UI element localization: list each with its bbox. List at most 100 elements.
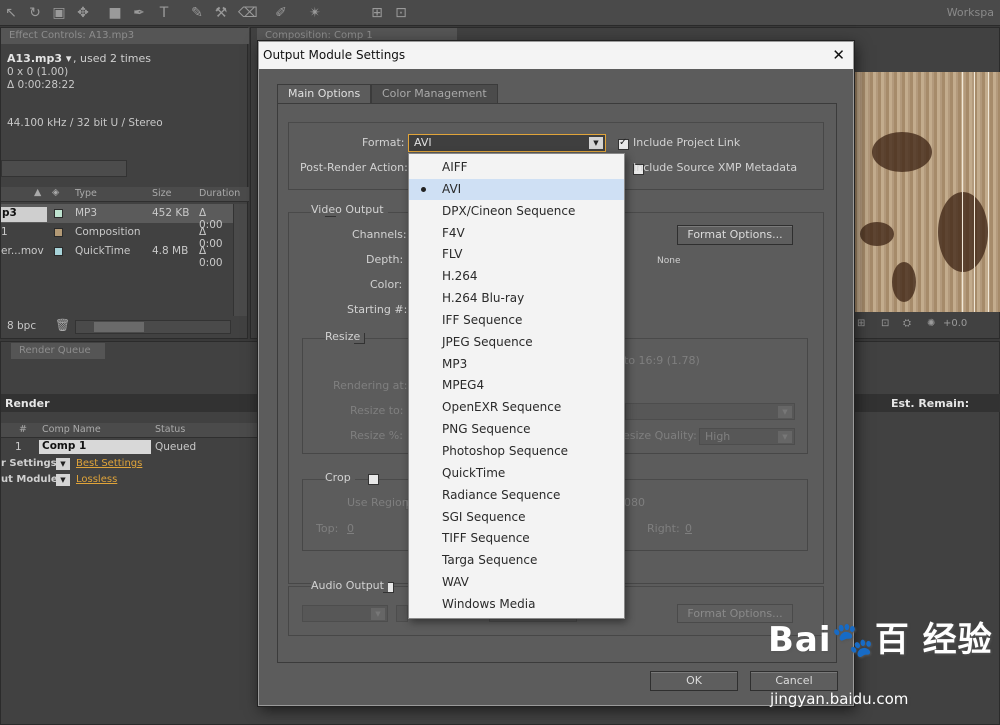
project-item-name[interactable]: A13.mp3 ▾ (7, 52, 71, 65)
render-settings-label: r Settings: (1, 458, 61, 469)
dialog-title: Output Module Settings (259, 42, 853, 69)
format-option[interactable]: MPEG4 (409, 375, 624, 396)
format-option[interactable]: DPX/Cineon Sequence (409, 201, 624, 222)
label-swatch[interactable] (54, 247, 63, 256)
label-column-icon[interactable]: ◈ (52, 187, 59, 198)
tab-main-options[interactable]: Main Options (277, 84, 372, 103)
format-option[interactable]: MP3 (409, 354, 624, 375)
format-select[interactable]: AVI ▼ (408, 134, 606, 152)
render-settings-dropdown-icon[interactable]: ▼ (56, 458, 70, 470)
workspace-label[interactable]: Workspa (947, 6, 994, 19)
exposure-value[interactable]: +0.0 (943, 318, 967, 329)
crop-label: Crop (325, 471, 355, 484)
format-option[interactable]: IFF Sequence (409, 310, 624, 331)
duration-column-header[interactable]: Duration (199, 188, 240, 199)
crop-right-input[interactable]: 0 (685, 522, 692, 535)
audio-sample-rate-select[interactable]: ▼ (302, 605, 388, 622)
audio-bit-depth-select[interactable] (396, 605, 408, 622)
render-queue-tab[interactable]: Render Queue (11, 343, 105, 359)
format-option[interactable]: H.264 (409, 266, 624, 287)
size-column-header[interactable]: Size (152, 188, 172, 199)
pen-tool-icon[interactable]: ✒ (130, 4, 148, 22)
format-option[interactable]: AIFF (409, 157, 624, 178)
table-row[interactable]: 1 Composition Δ 0:00 (1, 223, 233, 250)
resize-to-select[interactable]: ▼ (625, 403, 795, 420)
format-option[interactable]: F4V (409, 223, 624, 244)
format-option[interactable]: SGI Sequence (409, 507, 624, 528)
baidu-watermark-url: jingyan.baidu.com (770, 690, 909, 708)
sort-arrow-icon[interactable]: ▲ (34, 187, 41, 198)
chevron-down-icon: ▼ (371, 608, 385, 620)
crop-top-input[interactable]: 0 (347, 522, 354, 535)
format-option[interactable]: TIFF Sequence (409, 528, 624, 549)
ok-button[interactable]: OK (650, 671, 738, 691)
tab-color-management[interactable]: Color Management (371, 84, 498, 103)
rotate-tool-icon[interactable]: ↻ (26, 4, 44, 22)
snap-icon[interactable]: ⊡ (392, 4, 410, 22)
grid-icon[interactable]: ⊞ (857, 318, 865, 329)
effect-controls-tab[interactable]: Effect Controls: A13.mp3 (1, 28, 249, 44)
resize-to-label: Resize to: (350, 404, 404, 417)
render-queue-item[interactable]: 1 Comp 1 Queued (1, 439, 259, 455)
format-option[interactable]: OpenEXR Sequence (409, 397, 624, 418)
project-vertical-scrollbar[interactable] (233, 204, 247, 316)
format-option[interactable]: JPEG Sequence (409, 332, 624, 353)
crop-top-label: Top: (316, 522, 339, 535)
output-module-link[interactable]: Lossless (76, 474, 117, 485)
clone-stamp-tool-icon[interactable]: ⚒ (212, 4, 230, 22)
format-options-button[interactable]: Format Options... (677, 225, 793, 245)
include-project-link-checkbox[interactable] (618, 137, 629, 150)
format-option[interactable]: WAV (409, 572, 624, 593)
trash-icon[interactable]: 🗑 (55, 318, 70, 332)
axis-mode-icon[interactable]: ⊞ (368, 4, 386, 22)
depth-label: Depth: (366, 253, 404, 266)
format-option[interactable]: Radiance Sequence (409, 485, 624, 506)
output-module-dropdown-icon[interactable]: ▼ (56, 474, 70, 486)
close-icon[interactable]: ✕ (832, 42, 845, 69)
table-row[interactable]: p3 MP3 452 KB Δ 0:00 (1, 204, 233, 231)
exposure-icon[interactable]: ✺ (927, 318, 935, 329)
label-swatch[interactable] (54, 228, 63, 237)
format-option-selected[interactable]: AVI (409, 179, 624, 200)
channel-icon[interactable]: ⛭ (903, 318, 911, 329)
pan-behind-tool-icon[interactable]: ✥ (74, 4, 92, 22)
table-row[interactable]: er...mov QuickTime 4.8 MB Δ 0:00 (1, 242, 233, 269)
brush-tool-icon[interactable]: ✎ (188, 4, 206, 22)
aspect-ratio-label: to 16:9 (1.78) (624, 354, 700, 367)
text-tool-icon[interactable]: T (155, 4, 173, 22)
format-option[interactable]: Windows Media (409, 594, 624, 615)
eraser-tool-icon[interactable]: ⌫ (238, 4, 258, 22)
crop-checkbox[interactable] (368, 473, 379, 485)
type-column-header[interactable]: Type (75, 188, 97, 199)
project-search-input[interactable] (1, 160, 127, 177)
project-horizontal-scrollbar[interactable] (75, 320, 231, 334)
format-option[interactable]: Targa Sequence (409, 550, 624, 571)
format-option[interactable]: Photoshop Sequence (409, 441, 624, 462)
rendering-at-label: Rendering at: (333, 379, 408, 392)
crop-size-value: 080 (624, 496, 645, 509)
region-icon[interactable]: ⊡ (881, 318, 889, 329)
chevron-down-icon: ▼ (589, 137, 603, 149)
cancel-button[interactable]: Cancel (750, 671, 838, 691)
camera-tool-icon[interactable]: ▣ (50, 4, 68, 22)
resize-percent-label: Resize %: (350, 429, 403, 442)
bit-depth-toggle[interactable]: 8 bpc (7, 320, 36, 332)
color-label: Color: (370, 278, 403, 291)
selection-tool-icon[interactable]: ↖ (2, 4, 20, 22)
format-option[interactable]: QuickTime (409, 463, 624, 484)
render-settings-link[interactable]: Best Settings (76, 458, 142, 469)
resize-quality-select[interactable]: High ▼ (699, 428, 795, 445)
resize-quality-label: esize Quality: (623, 429, 697, 442)
include-xmp-label: Include Source XMP Metadata (633, 161, 798, 174)
format-option[interactable]: FLV (409, 244, 624, 265)
roto-brush-tool-icon[interactable]: ✐ (272, 4, 290, 22)
project-panel: Effect Controls: A13.mp3 A13.mp3 ▾ , use… (0, 27, 249, 339)
project-item-usage: , used 2 times (73, 52, 152, 65)
puppet-tool-icon[interactable]: ✴ (306, 4, 324, 22)
label-swatch[interactable] (54, 209, 63, 218)
rectangle-tool-icon[interactable]: ■ (106, 4, 124, 22)
output-module-label: ut Module: (1, 474, 62, 485)
project-item-duration: Δ 0:00:28:22 (7, 79, 75, 91)
format-option[interactable]: H.264 Blu-ray (409, 288, 624, 309)
format-option[interactable]: PNG Sequence (409, 419, 624, 440)
